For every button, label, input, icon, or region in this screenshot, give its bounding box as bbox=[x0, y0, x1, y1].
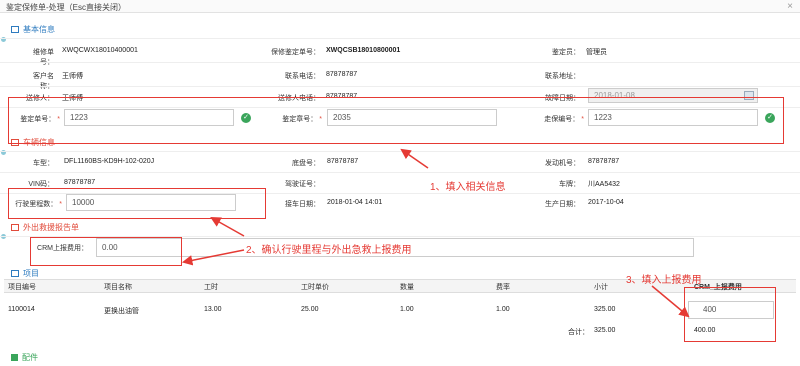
arrow-3 bbox=[651, 285, 690, 318]
annotation-arrows bbox=[181, 148, 690, 318]
arrow-2b bbox=[181, 249, 245, 266]
arrow-1 bbox=[400, 148, 429, 169]
arrow-2a bbox=[210, 216, 245, 237]
